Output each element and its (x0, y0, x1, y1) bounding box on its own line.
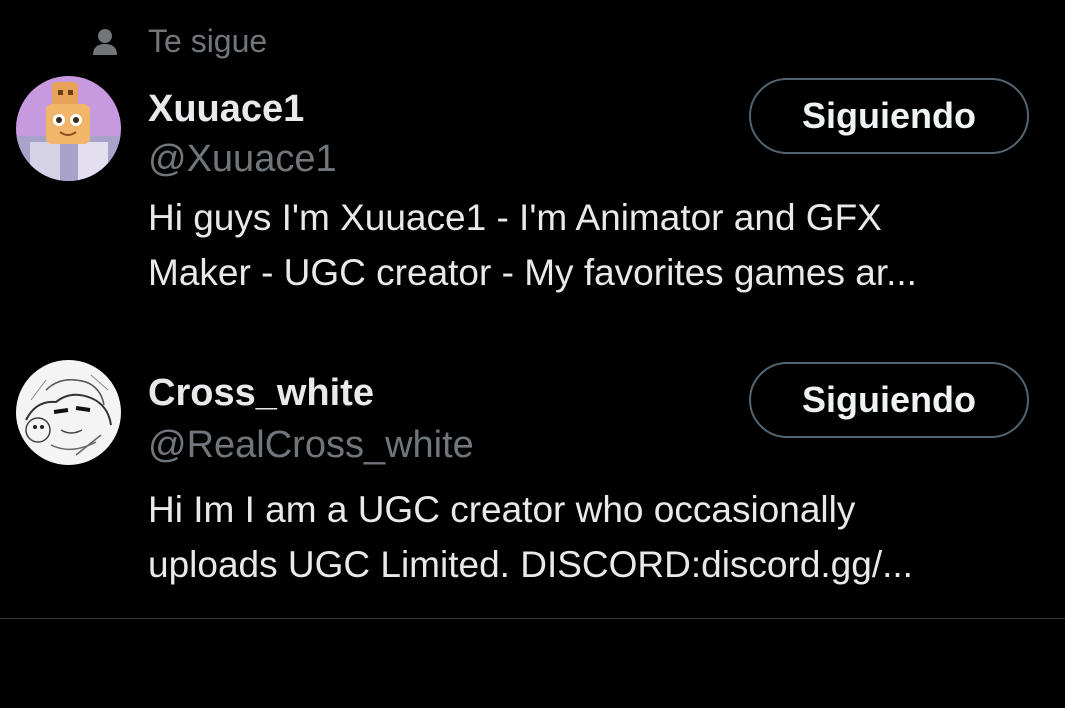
user-cell[interactable]: Cross_white @RealCross_white Hi Im I am … (0, 340, 1065, 618)
avatar[interactable] (16, 76, 121, 181)
divider (0, 618, 1065, 619)
following-button[interactable]: Siguiendo (749, 362, 1029, 438)
display-name[interactable]: Xuuace1 (148, 88, 304, 131)
display-name[interactable]: Cross_white (148, 372, 374, 415)
user-cell[interactable]: Xuuace1 @Xuuace1 Hi guys I'm Xuuace1 - I… (0, 0, 1065, 340)
user-handle[interactable]: @RealCross_white (148, 424, 474, 467)
bio-line: uploads UGC Limited. DISCORD:discord.gg/… (148, 544, 913, 585)
user-bio: Hi guys I'm Xuuace1 - I'm Animator and G… (148, 190, 1048, 300)
bio-line: Maker - UGC creator - My favorites games… (148, 252, 917, 293)
user-bio: Hi Im I am a UGC creator who occasionall… (148, 482, 1048, 592)
avatar[interactable] (16, 360, 121, 465)
bio-line: Hi Im I am a UGC creator who occasionall… (148, 489, 856, 530)
following-button[interactable]: Siguiendo (749, 78, 1029, 154)
bio-line: Hi guys I'm Xuuace1 - I'm Animator and G… (148, 197, 882, 238)
user-handle[interactable]: @Xuuace1 (148, 138, 337, 181)
